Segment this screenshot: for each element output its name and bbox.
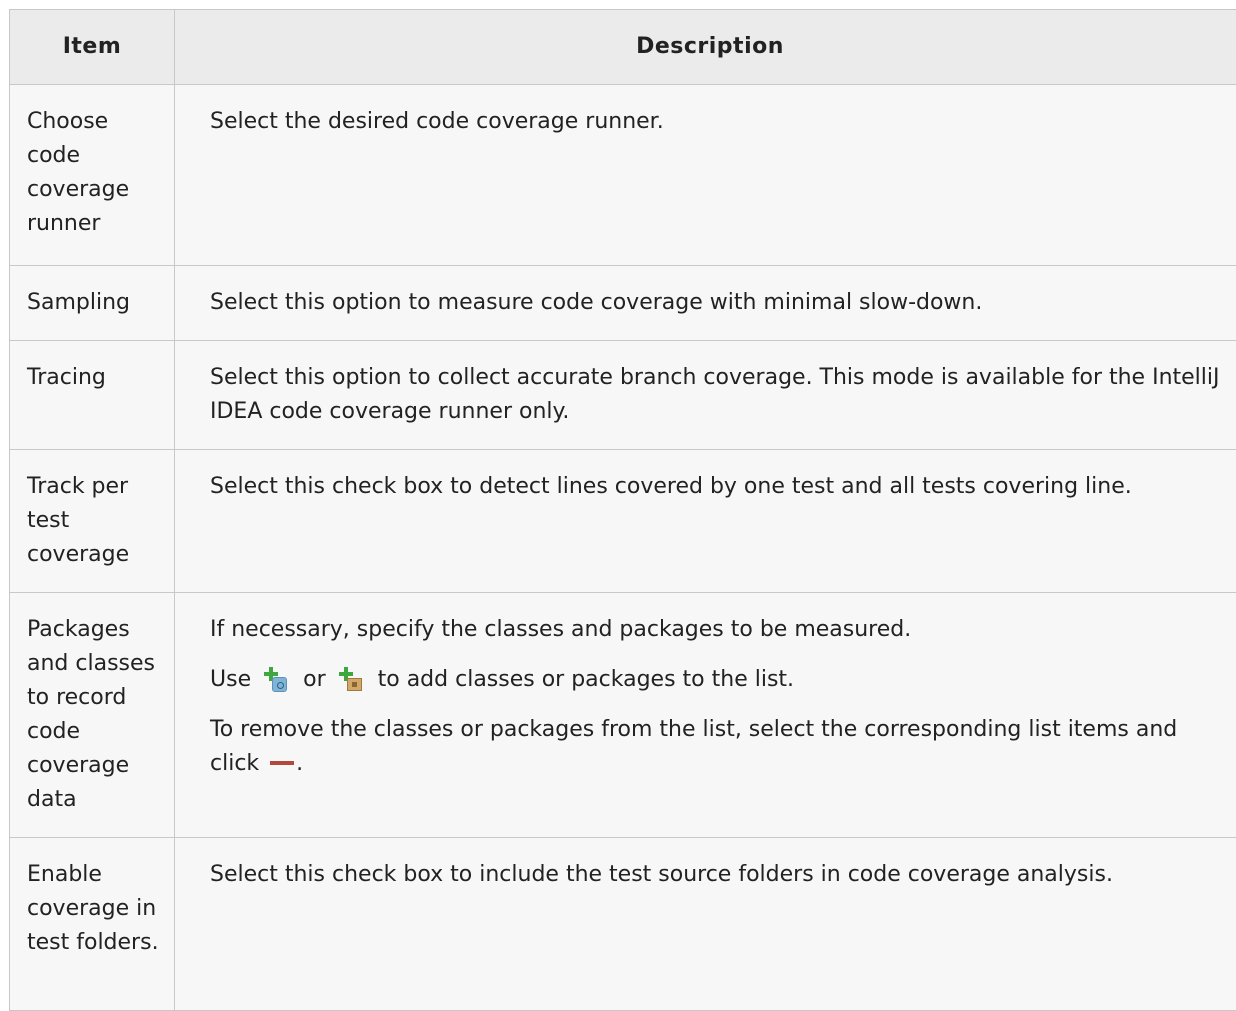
- options-table-container: Item Description Choose code coverage ru…: [9, 9, 1236, 1011]
- row-description: Select this check box to detect lines co…: [175, 450, 1236, 593]
- table-row: Tracing Select this option to collect ac…: [10, 341, 1236, 450]
- description-text: Select this check box to detect lines co…: [210, 470, 1225, 504]
- remove-icon: [270, 761, 294, 765]
- or-text: or: [303, 667, 326, 692]
- table-row: Track per test coverage Select this chec…: [10, 450, 1236, 593]
- row-description: Select this check box to include the tes…: [175, 838, 1236, 1011]
- table-row: Sampling Select this option to measure c…: [10, 266, 1236, 341]
- row-item: Packages and classes to record code cove…: [10, 593, 175, 838]
- header-item: Item: [10, 10, 175, 85]
- period-text: .: [296, 751, 303, 776]
- row-description: Select the desired code coverage runner.: [175, 85, 1236, 266]
- table-row: Choose code coverage runner Select the d…: [10, 85, 1236, 266]
- add-rest-text: to add classes or packages to the list.: [378, 667, 794, 692]
- table-header-row: Item Description: [10, 10, 1236, 85]
- table-row: Enable coverage in test folders. Select …: [10, 838, 1236, 1011]
- add-package-icon: [339, 666, 365, 694]
- row-description: Select this option to collect accurate b…: [175, 341, 1236, 450]
- header-description: Description: [175, 10, 1236, 85]
- row-item: Enable coverage in test folders.: [10, 838, 175, 1011]
- table-row: Packages and classes to record code cove…: [10, 593, 1236, 838]
- description-text: If necessary, specify the classes and pa…: [210, 613, 1225, 647]
- remove-instructions-text: To remove the classes or packages from t…: [210, 717, 1177, 776]
- description-text: Select this option to measure code cover…: [210, 286, 1225, 320]
- description-text: To remove the classes or packages from t…: [210, 713, 1225, 781]
- description-text: Select the desired code coverage runner.: [210, 105, 1225, 139]
- row-item: Tracing: [10, 341, 175, 450]
- options-table: Item Description Choose code coverage ru…: [9, 9, 1236, 1011]
- add-class-icon: [264, 666, 290, 694]
- row-item: Choose code coverage runner: [10, 85, 175, 266]
- row-description: If necessary, specify the classes and pa…: [175, 593, 1236, 838]
- description-text: Use or to add classes or packages to the…: [210, 663, 1225, 697]
- description-text: Select this option to collect accurate b…: [210, 361, 1225, 429]
- use-text: Use: [210, 667, 251, 692]
- description-text: Select this check box to include the tes…: [210, 858, 1225, 892]
- row-item: Sampling: [10, 266, 175, 341]
- row-item: Track per test coverage: [10, 450, 175, 593]
- row-description: Select this option to measure code cover…: [175, 266, 1236, 341]
